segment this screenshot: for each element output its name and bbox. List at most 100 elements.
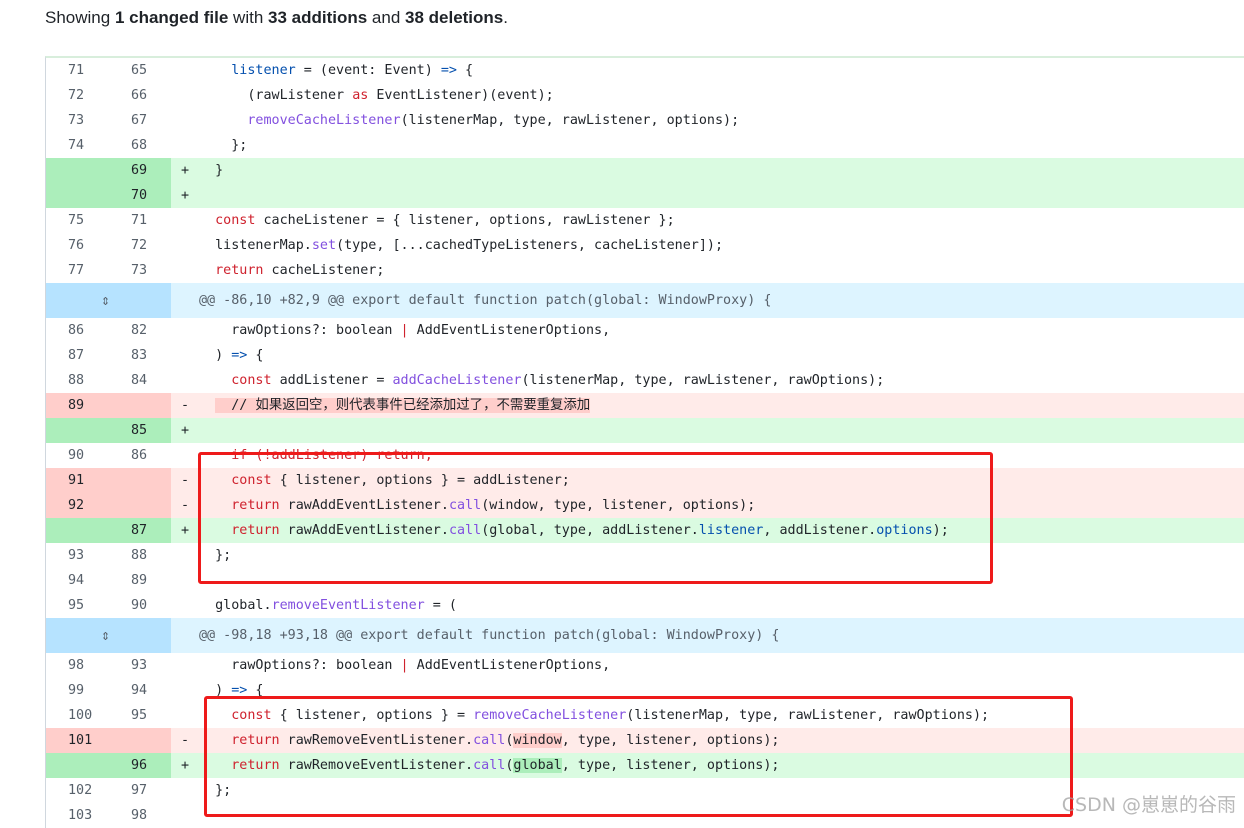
old-line-number[interactable]: 72 [46, 83, 108, 108]
new-line-number[interactable]: 87 [108, 518, 171, 543]
code-token: | [400, 658, 409, 673]
old-line-number[interactable]: 71 [46, 58, 108, 83]
added-line: 85 + [46, 418, 1244, 443]
context-line: 86 82 rawOptions?: boolean | AddEventList… [46, 318, 1244, 343]
new-line-number[interactable]: 86 [108, 443, 171, 468]
old-line-number[interactable]: 87 [46, 343, 108, 368]
old-line-number[interactable]: 101 [46, 728, 108, 753]
diff-marker [171, 58, 199, 83]
hunk-header: ⇕ @@ -86,10 +82,9 @@ export default funct… [46, 283, 1244, 318]
old-line-number[interactable]: 100 [46, 703, 108, 728]
deleted-line: 89 - // 如果返回空，则代表事件已经添加过了，不需要重复添加 [46, 393, 1244, 418]
old-line-number[interactable] [46, 753, 108, 778]
expand-hunk-button[interactable]: ⇕ [46, 618, 171, 653]
new-line-number[interactable]: 97 [108, 778, 171, 803]
code-token: (type, [...cachedTypeListeners, cacheLis… [336, 238, 724, 253]
old-line-number[interactable]: 73 [46, 108, 108, 133]
new-line-number[interactable]: 98 [108, 803, 171, 828]
code-token: = ( [424, 598, 457, 613]
diff-marker: - [180, 498, 190, 513]
new-line-number[interactable]: 94 [108, 678, 171, 703]
code-token: set [311, 238, 337, 253]
diff-marker [171, 568, 199, 593]
diff-marker: + [180, 163, 190, 178]
new-line-number[interactable]: 95 [108, 703, 171, 728]
diff-marker [171, 318, 199, 343]
new-line-number[interactable]: 84 [108, 368, 171, 393]
old-line-number[interactable]: 90 [46, 443, 108, 468]
code-token: (listenerMap, type, rawListener, rawOpti… [521, 373, 885, 388]
new-line-number[interactable]: 72 [108, 233, 171, 258]
old-line-number[interactable] [46, 518, 108, 543]
diff-marker [171, 653, 199, 678]
code-line: return cacheListener; [199, 258, 1244, 283]
code-line: rawOptions?: boolean | AddEventListenerO… [199, 318, 1244, 343]
new-line-number[interactable] [108, 393, 171, 418]
code-line: const addListener = addCacheListener(lis… [199, 368, 1244, 393]
diff-summary: Showing 1 changed file with 33 additions… [45, 8, 508, 27]
diff-marker: - [180, 398, 190, 413]
new-line-number[interactable]: 83 [108, 343, 171, 368]
code-token: { [457, 63, 474, 78]
old-line-number[interactable]: 102 [46, 778, 108, 803]
old-line-number[interactable] [46, 158, 108, 183]
old-line-number[interactable]: 103 [46, 803, 108, 828]
old-line-number[interactable]: 74 [46, 133, 108, 158]
new-line-number[interactable]: 69 [108, 158, 171, 183]
code-token: listenerMap. [199, 238, 312, 253]
code-token: = (event: Event) [295, 63, 441, 78]
code-token: removeEventListener [271, 598, 425, 613]
old-line-number[interactable]: 99 [46, 678, 108, 703]
new-line-number[interactable]: 93 [108, 653, 171, 678]
new-line-number[interactable]: 88 [108, 543, 171, 568]
new-line-number[interactable]: 71 [108, 208, 171, 233]
new-line-number[interactable]: 85 [108, 418, 171, 443]
code-line: (rawListener as EventListener)(event); [199, 83, 1244, 108]
new-line-number[interactable] [108, 728, 171, 753]
new-line-number[interactable]: 73 [108, 258, 171, 283]
new-line-number[interactable]: 65 [108, 58, 171, 83]
new-line-number[interactable] [108, 493, 171, 518]
old-line-number[interactable]: 98 [46, 653, 108, 678]
new-line-number[interactable] [108, 468, 171, 493]
code-token: }; [199, 138, 248, 153]
old-line-number[interactable] [46, 183, 108, 208]
old-line-number[interactable] [46, 418, 108, 443]
code-token: EventListener)(event); [368, 88, 554, 103]
context-line: 76 72 listenerMap.set(type, [...cachedTyp… [46, 233, 1244, 258]
old-line-number[interactable]: 77 [46, 258, 108, 283]
code-line: listener = (event: Event) => { [199, 58, 1244, 83]
old-line-number[interactable]: 92 [46, 493, 108, 518]
code-token: removeCacheListener [247, 113, 401, 128]
new-line-number[interactable]: 82 [108, 318, 171, 343]
new-line-number[interactable]: 89 [108, 568, 171, 593]
code-token: => [440, 63, 457, 78]
expand-hunk-button[interactable]: ⇕ [46, 283, 171, 318]
context-line: 87 83 ) => { [46, 343, 1244, 368]
diff-marker [171, 678, 199, 703]
old-line-number[interactable]: 93 [46, 543, 108, 568]
new-line-number[interactable]: 70 [108, 183, 171, 208]
old-line-number[interactable]: 75 [46, 208, 108, 233]
code-token: const [215, 213, 256, 228]
code-token: global. [199, 598, 272, 613]
new-line-number[interactable]: 66 [108, 83, 171, 108]
context-line: 77 73 return cacheListener; [46, 258, 1244, 283]
new-line-number[interactable]: 68 [108, 133, 171, 158]
old-line-number[interactable]: 76 [46, 233, 108, 258]
old-line-number[interactable]: 88 [46, 368, 108, 393]
code-token: as [352, 88, 369, 103]
old-line-number[interactable]: 91 [46, 468, 108, 493]
new-line-number[interactable]: 90 [108, 593, 171, 618]
diff-marker [171, 108, 199, 133]
new-line-number[interactable]: 67 [108, 108, 171, 133]
old-line-number[interactable]: 86 [46, 318, 108, 343]
code-token: rawOptions?: boolean [199, 658, 401, 673]
old-line-number[interactable]: 89 [46, 393, 108, 418]
code-token: (rawListener [199, 88, 353, 103]
old-line-number[interactable]: 95 [46, 593, 108, 618]
new-line-number[interactable]: 96 [108, 753, 171, 778]
old-line-number[interactable]: 94 [46, 568, 108, 593]
